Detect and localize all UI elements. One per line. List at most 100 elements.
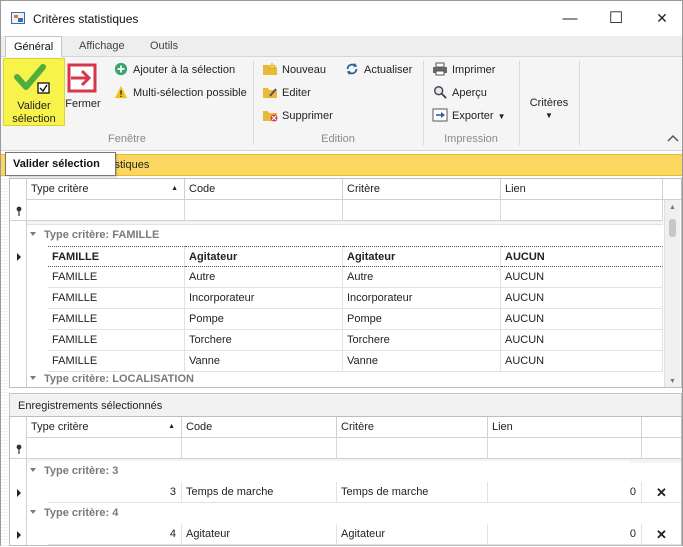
column-header-code[interactable]: Code xyxy=(185,179,343,200)
cell-critere[interactable]: Vanne xyxy=(343,351,501,372)
cell-code[interactable]: Agitateur xyxy=(185,246,343,267)
scroll-thumb[interactable] xyxy=(669,219,676,237)
cell-lien[interactable]: AUCUN xyxy=(501,288,663,309)
cell-type-critere[interactable]: FAMILLE xyxy=(48,330,185,351)
editer-button[interactable]: Editer xyxy=(262,83,311,103)
cell-lien[interactable]: AUCUN xyxy=(501,267,663,288)
valider-label-line1: Valider xyxy=(17,100,51,112)
window-title: Critères statistiques xyxy=(33,12,139,26)
group-row-type-3[interactable]: Type critère: 3 xyxy=(30,461,630,482)
exit-icon xyxy=(67,63,97,93)
filter-code[interactable] xyxy=(182,438,337,459)
table-row[interactable]: 3 Temps de marche Temps de marche 0 ✕ xyxy=(10,482,681,503)
cell-lien[interactable]: AUCUN xyxy=(501,351,663,372)
table-row[interactable]: FAMILLE Autre Autre AUCUN xyxy=(10,267,663,288)
filter-lien[interactable] xyxy=(488,438,642,459)
filter-code[interactable] xyxy=(185,200,343,221)
exporter-button[interactable]: Exporter ▼ xyxy=(432,106,506,126)
cell-code[interactable]: Vanne xyxy=(185,351,343,372)
column-header-type-critere[interactable]: Type critère ▲ xyxy=(27,179,185,200)
cell-critere[interactable]: Autre xyxy=(343,267,501,288)
table-row[interactable]: 4 Agitateur Agitateur 0 ✕ xyxy=(10,524,681,545)
cell-critere[interactable]: Pompe xyxy=(343,309,501,330)
table-row-focused[interactable]: FAMILLE Agitateur Agitateur AUCUN xyxy=(10,246,663,267)
table-row[interactable]: FAMILLE Vanne Vanne AUCUN xyxy=(10,351,663,372)
tab-general[interactable]: Général xyxy=(5,36,63,58)
cell-lien[interactable]: AUCUN xyxy=(501,246,663,267)
cell-type-critere[interactable]: FAMILLE xyxy=(48,309,185,330)
filter-type-critere[interactable] xyxy=(27,200,185,221)
nouveau-button[interactable]: Nouveau xyxy=(262,60,326,80)
apercu-button[interactable]: Aperçu xyxy=(432,83,487,103)
table-row[interactable]: FAMILLE Incorporateur Incorporateur AUCUN xyxy=(10,288,663,309)
filter-critere[interactable] xyxy=(337,438,488,459)
cell-lien[interactable]: 0 xyxy=(488,482,642,503)
group-row-famille[interactable]: Type critère: FAMILLE xyxy=(30,225,660,246)
filter-lien[interactable] xyxy=(501,200,663,221)
tab-outils[interactable]: Outils xyxy=(142,36,186,57)
chevron-down-icon: ▼ xyxy=(545,111,553,120)
cell-critere[interactable]: Temps de marche xyxy=(337,482,488,503)
table-row[interactable]: FAMILLE Pompe Pompe AUCUN xyxy=(10,309,663,330)
remove-row-icon[interactable]: ✕ xyxy=(642,524,681,545)
cell-critere[interactable]: Incorporateur xyxy=(343,288,501,309)
cell-type-critere[interactable]: FAMILLE xyxy=(48,246,185,267)
cell-type-critere[interactable]: 4 xyxy=(48,524,182,545)
cell-lien[interactable]: AUCUN xyxy=(501,309,663,330)
cell-type-critere[interactable]: FAMILLE xyxy=(48,267,185,288)
minimize-button[interactable]: — xyxy=(547,1,593,36)
cell-critere[interactable]: Agitateur xyxy=(337,524,488,545)
cell-code[interactable]: Agitateur xyxy=(182,524,337,545)
group-row-type-4[interactable]: Type critère: 4 xyxy=(30,503,630,524)
table-row[interactable]: FAMILLE Torchere Torchere AUCUN xyxy=(10,330,663,351)
scroll-down-icon[interactable]: ▼ xyxy=(669,378,676,385)
cell-code[interactable]: Autre xyxy=(185,267,343,288)
tab-affichage[interactable]: Affichage xyxy=(71,36,133,57)
group-row-localisation[interactable]: Type critère: LOCALISATION xyxy=(30,372,660,387)
cell-critere[interactable]: Torchere xyxy=(343,330,501,351)
column-header-code[interactable]: Code xyxy=(182,417,337,438)
cell-type-critere[interactable]: 3 xyxy=(48,482,182,503)
actualiser-button[interactable]: Actualiser xyxy=(344,60,412,80)
remove-row-icon[interactable]: ✕ xyxy=(642,482,681,503)
fermer-label: Fermer xyxy=(65,98,101,110)
pin-icon xyxy=(16,444,22,454)
valider-label-line2: sélection xyxy=(12,113,56,125)
cell-lien[interactable]: 0 xyxy=(488,524,642,545)
cell-type-critere[interactable]: FAMILLE xyxy=(48,288,185,309)
column-header-type-critere[interactable]: Type critère ▲ xyxy=(27,417,182,438)
filter-type-critere[interactable] xyxy=(27,438,182,459)
supprimer-button[interactable]: Supprimer xyxy=(262,106,333,126)
cell-type-critere[interactable]: FAMILLE xyxy=(48,351,185,372)
multi-selection-button[interactable]: Multi-sélection possible xyxy=(113,83,247,103)
cell-lien[interactable]: AUCUN xyxy=(501,330,663,351)
criteres-dropdown-button[interactable]: Critères ▼ xyxy=(523,97,575,120)
expand-caret-icon[interactable] xyxy=(30,510,36,515)
export-icon xyxy=(432,108,448,122)
fermer-button[interactable]: Fermer xyxy=(65,60,101,120)
app-icon xyxy=(11,12,25,24)
maximize-button[interactable]: ☐ xyxy=(593,1,639,36)
expand-caret-icon[interactable] xyxy=(30,376,36,381)
filter-critere[interactable] xyxy=(343,200,501,221)
collapse-ribbon-icon[interactable] xyxy=(667,134,679,142)
close-button[interactable]: ✕ xyxy=(639,1,683,36)
column-header-critere[interactable]: Critère xyxy=(343,179,501,200)
expand-caret-icon[interactable] xyxy=(30,232,36,237)
criteres-label: Critères xyxy=(529,97,569,109)
column-header-lien[interactable]: Lien xyxy=(488,417,642,438)
vertical-scrollbar[interactable]: ▲ ▼ xyxy=(664,200,680,387)
valider-selection-button[interactable]: Valider sélection xyxy=(3,58,65,126)
ribbon: Valider sélection Fermer Ajouter à la sé… xyxy=(1,57,682,151)
cell-code[interactable]: Torchere xyxy=(185,330,343,351)
cell-critere[interactable]: Agitateur xyxy=(343,246,501,267)
cell-code[interactable]: Incorporateur xyxy=(185,288,343,309)
cell-code[interactable]: Temps de marche xyxy=(182,482,337,503)
expand-caret-icon[interactable] xyxy=(30,468,36,473)
imprimer-button[interactable]: Imprimer xyxy=(432,60,495,80)
cell-code[interactable]: Pompe xyxy=(185,309,343,330)
scroll-up-icon[interactable]: ▲ xyxy=(669,204,676,211)
column-header-critere[interactable]: Critère xyxy=(337,417,488,438)
column-header-lien[interactable]: Lien xyxy=(501,179,663,200)
ajouter-selection-button[interactable]: Ajouter à la sélection xyxy=(113,60,235,80)
